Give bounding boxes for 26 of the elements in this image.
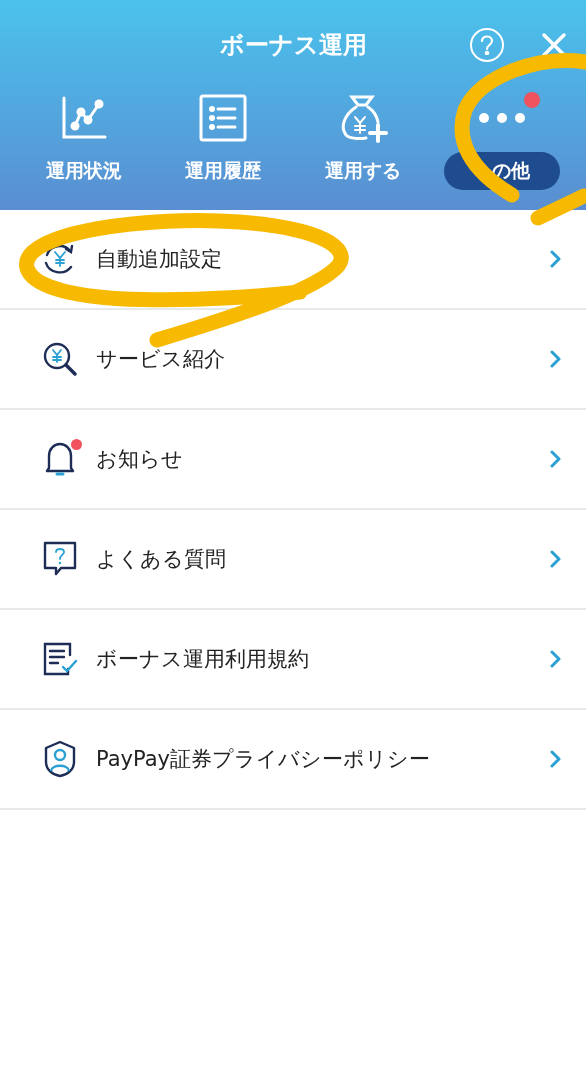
tab-label: 運用する [323,158,402,183]
chevron-right-icon [550,650,562,668]
question-bubble-icon [43,541,77,577]
chevron-right-icon [550,750,562,768]
page-title: ボーナス運用 [219,30,367,61]
menu-item-label: PayPay証券プライバシーポリシー [96,746,432,773]
document-check-icon [42,641,78,677]
chevron-right-icon [550,450,562,468]
menu-item-label: 自動追加設定 [96,246,223,273]
chevron-right-icon [550,250,562,268]
line-chart-icon [60,96,107,140]
help-button[interactable] [470,28,504,62]
bell-icon [43,441,77,477]
chevron-right-icon [550,550,562,568]
menu-item-label: お知らせ [96,446,184,473]
yen-search-icon [42,341,78,377]
tab-label: 運用状況 [44,158,123,183]
tab-label: 運用履歴 [184,158,263,183]
chevron-right-icon [550,350,562,368]
marker-stroke [530,188,586,226]
list-icon [199,94,248,142]
question-mark-icon [480,35,494,55]
menu-item-label: サービス紹介 [96,346,226,373]
shield-user-icon [43,740,77,778]
menu-item-label: よくある質問 [96,546,227,573]
menu-item-label: ボーナス運用利用規約 [96,646,310,673]
